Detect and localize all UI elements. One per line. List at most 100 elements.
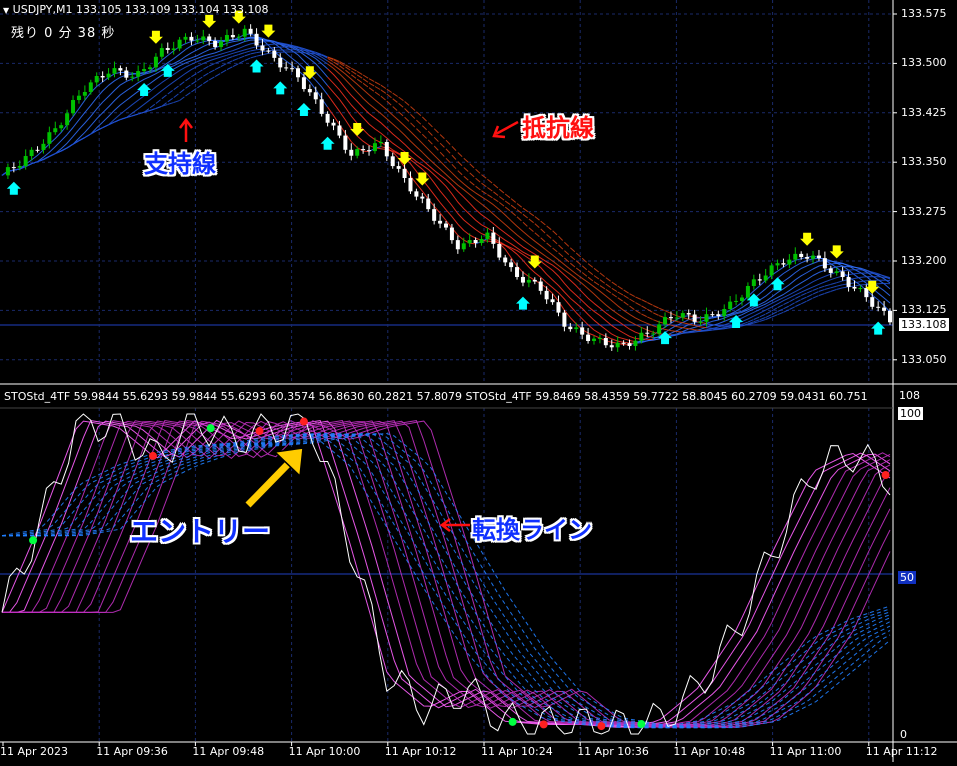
bearish-candle	[301, 77, 306, 90]
bearish-candle	[213, 40, 218, 48]
time-tick-label: 11 Apr 10:36	[577, 745, 649, 758]
bullish-candle	[242, 28, 247, 37]
bullish-candle	[5, 167, 10, 176]
bearish-candle	[455, 240, 460, 250]
cross-signal-dot	[597, 722, 606, 731]
bullish-candle	[148, 67, 152, 70]
bullish-candle	[763, 275, 768, 281]
bearish-candle	[432, 209, 437, 221]
bearish-candle	[390, 156, 395, 167]
cross-signal-dot	[539, 720, 548, 729]
bearish-candle	[805, 257, 810, 259]
bullish-candle	[136, 71, 141, 77]
bullish-candle	[112, 68, 117, 74]
bullish-candle	[674, 317, 679, 319]
bearish-candle	[384, 141, 389, 157]
bullish-candle	[153, 56, 158, 68]
time-tick-label: 11 Apr 10:48	[673, 745, 746, 758]
bearish-candle	[876, 306, 881, 308]
bullish-candle	[23, 156, 28, 166]
bullish-candle	[171, 48, 176, 50]
cross-signal-dot	[255, 427, 264, 436]
cross-signal-dot	[881, 471, 890, 480]
bullish-candle	[704, 314, 709, 322]
time-tick-label: 11 Apr 11:12	[865, 745, 938, 758]
bearish-candle	[118, 68, 123, 71]
bearish-candle	[426, 198, 431, 210]
bullish-candle	[94, 75, 99, 83]
bearish-candle	[580, 327, 585, 335]
bearish-candle	[207, 36, 212, 41]
bullish-candle	[526, 279, 531, 283]
chart-canvas[interactable]	[0, 0, 957, 762]
bearish-candle	[586, 334, 591, 341]
bearish-candle	[189, 36, 194, 41]
bullish-candle	[224, 35, 229, 42]
bullish-candle	[745, 285, 750, 298]
bearish-candle	[509, 262, 514, 268]
bearish-candle	[828, 268, 833, 273]
bearish-candle	[491, 232, 496, 244]
bullish-candle	[461, 243, 466, 250]
price-tick-label: 133.200	[901, 254, 947, 267]
bullish-candle	[41, 143, 46, 150]
cross-signal-dot	[299, 417, 308, 426]
resistance-line-callout: 抵抗線	[522, 114, 594, 142]
bearish-candle	[165, 48, 170, 50]
bearish-candle	[621, 342, 626, 344]
bearish-candle	[438, 220, 443, 224]
bearish-candle	[100, 75, 105, 78]
bearish-candle	[538, 281, 543, 291]
bearish-candle	[882, 307, 887, 311]
bearish-candle	[686, 313, 691, 315]
bearish-candle	[532, 279, 537, 282]
bullish-candle	[106, 73, 111, 78]
bearish-candle	[627, 343, 632, 346]
osc-scale-50: 50	[898, 571, 916, 584]
bullish-candle	[597, 337, 602, 339]
bearish-candle	[402, 168, 407, 179]
bullish-candle	[615, 342, 620, 348]
mt4-chart-window[interactable]: ▼ USDJPY,M1 133.105 133.109 133.104 133.…	[0, 0, 957, 762]
time-tick-label: 11 Apr 09:36	[96, 745, 168, 758]
bearish-candle	[307, 89, 312, 93]
time-tick-label: 11 Apr 10:12	[384, 745, 457, 758]
osc-scale-0: 0	[900, 728, 907, 741]
bullish-candle	[574, 327, 579, 330]
bearish-candle	[361, 149, 366, 151]
bullish-candle	[219, 41, 224, 48]
osc-scale-100: 100	[898, 407, 923, 420]
bearish-candle	[254, 33, 259, 46]
bullish-candle	[740, 297, 744, 301]
bullish-candle	[183, 36, 188, 40]
current-price-tag: 133.108	[899, 318, 949, 331]
bullish-candle	[372, 143, 377, 152]
bullish-candle	[177, 39, 182, 49]
bullish-candle	[76, 95, 81, 101]
bullish-candle	[698, 321, 703, 323]
cross-signal-dot	[637, 720, 646, 729]
bearish-candle	[290, 68, 295, 70]
bearish-candle	[692, 314, 697, 322]
bullish-candle	[657, 324, 662, 334]
cross-signal-dot	[508, 717, 517, 726]
bearish-candle	[325, 113, 330, 123]
bullish-candle	[793, 253, 798, 260]
time-tick-label: 11 Apr 10:24	[481, 745, 553, 758]
bullish-candle	[734, 300, 739, 302]
triangle-down-icon[interactable]: ▼	[3, 6, 9, 15]
bearish-candle	[331, 122, 336, 126]
bullish-candle	[236, 36, 241, 38]
bullish-candle	[479, 239, 484, 244]
bearish-candle	[11, 167, 16, 169]
indicator-title: STOStd_4TF 59.9844 55.6293 59.9844 55.62…	[4, 390, 868, 403]
bearish-candle	[260, 45, 265, 51]
bullish-candle	[663, 317, 668, 325]
bearish-candle	[603, 337, 608, 346]
bearish-candle	[449, 227, 454, 241]
bullish-candle	[378, 141, 383, 144]
bullish-candle	[651, 333, 656, 335]
bearish-candle	[852, 286, 857, 289]
bearish-candle	[710, 314, 715, 316]
bullish-candle	[680, 313, 685, 318]
